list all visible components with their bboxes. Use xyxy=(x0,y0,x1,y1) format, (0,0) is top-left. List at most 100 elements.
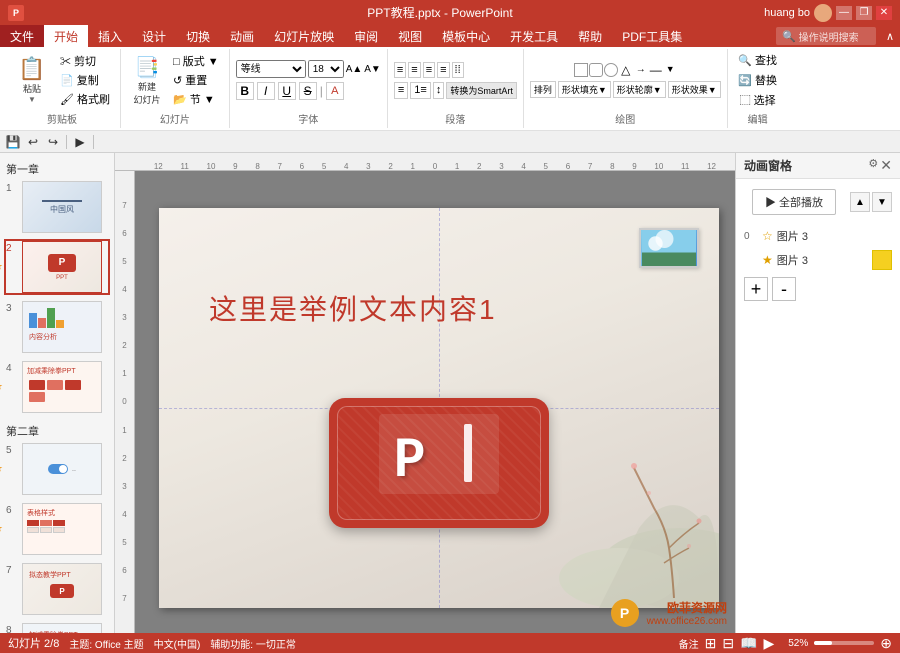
view-grid-btn[interactable]: ⊟ xyxy=(722,635,734,652)
close-btn[interactable]: ✕ xyxy=(876,6,892,20)
tab-file[interactable]: 文件 xyxy=(0,25,44,47)
view-show-btn[interactable]: ▶ xyxy=(763,635,774,652)
slide-thumb-5[interactable]: 5 .. ★ xyxy=(4,441,110,497)
font-family-select[interactable]: 等线 xyxy=(236,60,306,78)
underline-btn[interactable]: U xyxy=(278,82,296,100)
effect-btn[interactable]: 形状效果▼ xyxy=(668,81,721,98)
align-right-btn[interactable]: ≡ xyxy=(423,62,435,78)
bullet-btn[interactable]: ≡ xyxy=(394,82,408,99)
find-btn[interactable]: 🔍 查找 xyxy=(734,51,781,69)
tab-developer[interactable]: 开发工具 xyxy=(500,25,568,47)
anim-move-down-btn[interactable]: ▼ xyxy=(872,192,892,212)
save-btn[interactable]: 💾 xyxy=(4,133,22,151)
tab-view[interactable]: 视图 xyxy=(388,25,432,47)
new-slide-button[interactable]: 📑 新建 幻灯片 xyxy=(127,55,167,105)
select-btn[interactable]: ⬚ 选择 xyxy=(736,91,780,109)
fill-btn[interactable]: 形状填充▼ xyxy=(558,81,611,98)
anim-item-0[interactable]: 0 ☆ 图片 3 xyxy=(736,225,900,247)
shape-circle[interactable] xyxy=(604,63,618,77)
section-button[interactable]: 📂 节 ▼ xyxy=(169,90,223,108)
tab-slideshow[interactable]: 幻灯片放映 xyxy=(264,25,344,47)
tab-pdf[interactable]: PDF工具集 xyxy=(612,25,692,47)
zoom-slider[interactable] xyxy=(814,641,874,645)
font-color-btn[interactable]: A xyxy=(326,82,344,100)
outline-btn[interactable]: 形状轮廓▼ xyxy=(613,81,666,98)
undo-btn[interactable]: ↩ xyxy=(24,133,42,151)
anim-play-btn[interactable]: ▶ 全部播放 xyxy=(752,189,836,215)
tab-animations[interactable]: 动画 xyxy=(220,25,264,47)
ribbon-group-edit: 🔍 查找 🔄 替换 ⬚ 选择 编辑 xyxy=(728,49,788,128)
shape-line[interactable]: — xyxy=(649,63,663,77)
slide-num-4: 4 xyxy=(6,361,20,374)
copy-button[interactable]: 📄 复制 xyxy=(56,71,114,89)
tab-insert[interactable]: 插入 xyxy=(88,25,132,47)
view-normal-btn[interactable]: ⊞ xyxy=(705,635,717,652)
anim-move-up-btn[interactable]: ▲ xyxy=(850,192,870,212)
title-text: PPT教程.pptx - PowerPoint xyxy=(128,4,752,21)
align-center-btn[interactable]: ≡ xyxy=(408,62,420,78)
tab-design[interactable]: 设计 xyxy=(132,25,176,47)
line-spacing-btn[interactable]: ↕ xyxy=(433,82,445,99)
layout-button[interactable]: □ 版式 ▼ xyxy=(169,52,223,70)
slide-thumb-3[interactable]: 3 内容分析 xyxy=(4,299,110,355)
view-reader-btn[interactable]: 📖 xyxy=(740,635,757,652)
decrease-font-btn[interactable]: A▼ xyxy=(364,64,381,75)
redo-btn[interactable]: ↪ xyxy=(44,133,62,151)
quick-access-toolbar: 💾 ↩ ↪ ▶ xyxy=(0,131,900,153)
shape-triangle[interactable]: △ xyxy=(619,63,633,77)
restore-btn[interactable]: ❐ xyxy=(856,6,872,20)
arrange-btn[interactable]: 排列 xyxy=(530,81,556,98)
bold-btn[interactable]: B xyxy=(236,82,254,100)
shape-arrow[interactable]: → xyxy=(634,63,648,77)
slide-main-text[interactable]: 这里是举例文本内容1 xyxy=(209,288,497,328)
notes-btn[interactable]: 备注 xyxy=(679,636,699,651)
tab-transitions[interactable]: 切换 xyxy=(176,25,220,47)
search-box[interactable]: 🔍 操作说明搜索 xyxy=(776,27,876,45)
slide-thumb-2[interactable]: 2 P PPT ★ xyxy=(4,239,110,295)
start-show-btn[interactable]: ▶ xyxy=(71,133,89,151)
reset-button[interactable]: ↺ 重置 xyxy=(169,71,223,89)
slide-thumb-6[interactable]: 6 表格样式 xyxy=(4,501,110,557)
anim-add-btn[interactable]: + xyxy=(744,277,768,301)
anim-item-1[interactable]: ★ 图片 3 xyxy=(736,247,900,273)
ppt-logo-container[interactable]: P xyxy=(329,398,549,528)
columns-btn[interactable]: ⁞⁞ xyxy=(452,62,464,78)
numbering-btn[interactable]: 1≡ xyxy=(410,82,431,99)
align-left-btn[interactable]: ≡ xyxy=(394,62,406,78)
anim-close-btn[interactable]: ✕ xyxy=(880,157,892,174)
font-size-select[interactable]: 18 xyxy=(308,60,344,78)
tab-templates[interactable]: 模板中心 xyxy=(432,25,500,47)
shape-more[interactable]: ▼ xyxy=(664,63,677,77)
anim-settings-btn[interactable]: ⚙ xyxy=(868,157,878,174)
main-area: 第一章 1 中国风 2 P PPT ★ xyxy=(0,153,900,633)
strikethrough-btn[interactable]: S xyxy=(299,82,317,100)
tab-home[interactable]: 开始 xyxy=(44,25,88,47)
justify-btn[interactable]: ≡ xyxy=(437,62,449,78)
anim-remove-btn[interactable]: - xyxy=(772,277,796,301)
slide-content[interactable]: 0 这里是举例文本内容1 xyxy=(159,208,719,608)
tab-review[interactable]: 审阅 xyxy=(344,25,388,47)
smartart-btn[interactable]: 转换为SmartArt xyxy=(446,82,517,99)
slide-thumb-7[interactable]: 7 拟态教学PPT P xyxy=(4,561,110,617)
slide-small-image[interactable] xyxy=(639,228,699,268)
slide-thumb-8[interactable]: 8 加减乘除拳PPT xyxy=(4,621,110,633)
ribbon-collapse-btn[interactable]: ∧ xyxy=(880,25,900,47)
italic-btn[interactable]: I xyxy=(257,82,275,100)
paste-button[interactable]: 📋 粘贴 ▼ xyxy=(10,55,54,105)
slide-thumb-1[interactable]: 1 中国风 xyxy=(4,179,110,235)
tab-help[interactable]: 帮助 xyxy=(568,25,612,47)
anim-item-0-num: 0 xyxy=(744,231,758,242)
shape-rounded-rect[interactable] xyxy=(589,63,603,77)
shape-rect[interactable] xyxy=(574,63,588,77)
replace-btn[interactable]: 🔄 替换 xyxy=(734,71,781,89)
zoom-in-btn[interactable]: ⊕ xyxy=(880,635,892,652)
increase-font-btn[interactable]: A▲ xyxy=(346,64,363,75)
format-painter-button[interactable]: 🖌 格式刷 xyxy=(56,90,114,108)
ribbon-group-slides: 📑 新建 幻灯片 □ 版式 ▼ ↺ 重置 📂 节 ▼ 幻灯片 xyxy=(121,49,230,128)
cut-button[interactable]: ✂ 剪切 xyxy=(56,52,114,70)
ribbon-group-font: 等线 18 A▲ A▼ B I U S | A 字体 xyxy=(230,49,388,128)
paste-dropdown[interactable]: ▼ xyxy=(28,95,36,104)
font-sep: | xyxy=(320,84,323,98)
slide-thumb-4[interactable]: 4 加减乘除拳PPT ★ xyxy=(4,359,110,415)
minimize-btn[interactable]: — xyxy=(836,6,852,20)
